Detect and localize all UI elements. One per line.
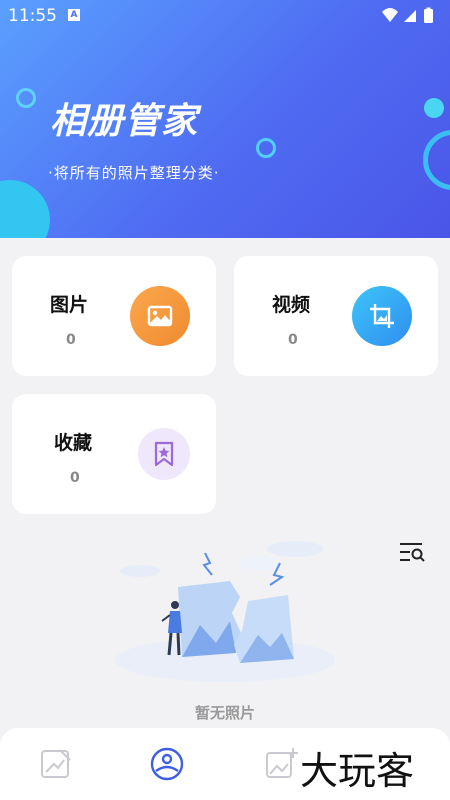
decor-ring [256,138,276,158]
image-icon [130,286,190,346]
decor-ring [423,130,450,190]
system-icons [380,6,440,30]
app-subtitle: ·将所有的照片整理分类· [48,164,220,182]
videos-label: 视频 [272,294,311,316]
videos-count: 0 [288,332,298,348]
pictures-count: 0 [66,332,76,348]
favorites-label: 收藏 [54,432,93,454]
status-time: 11:55 [8,6,57,26]
nav-add-photo-icon[interactable] [264,746,300,782]
pictures-card[interactable]: 图片 0 [12,256,216,376]
crop-image-icon [352,286,412,346]
empty-state-illustration [115,541,335,682]
favorites-count: 0 [70,470,80,486]
nav-edit-icon[interactable] [38,746,74,782]
nav-album-icon[interactable] [149,746,185,782]
decor-ball [424,98,444,118]
notification-icon: A [68,9,80,21]
app-title: 相册管家 [50,101,199,142]
bookmark-star-icon [138,428,190,480]
watermark-logo: 大玩客 [300,749,415,793]
wifi-signal-battery-icon [382,7,433,23]
videos-card[interactable]: 视频 0 [234,256,438,376]
decor-ball [0,180,50,238]
empty-state-text: 暂无照片 [194,704,255,722]
pictures-label: 图片 [50,294,89,316]
favorites-card[interactable]: 收藏 0 [12,394,216,514]
decor-ring [16,88,36,108]
hero-banner: 11:55 A 相册管家 ·将所有的照片整理分类· [0,0,450,238]
status-bar: 11:55 A [0,0,450,32]
filter-search-icon[interactable] [398,540,426,568]
